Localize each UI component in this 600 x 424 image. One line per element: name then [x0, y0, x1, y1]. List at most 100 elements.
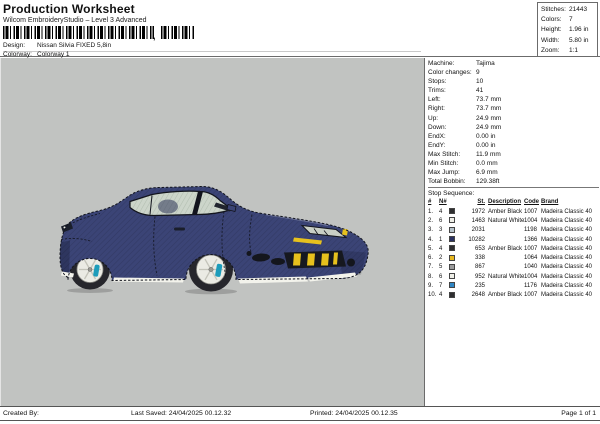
stop-sequence-row: 3. 3 2031 1198 Madeira Classic 40: [428, 226, 599, 235]
thread-code: 1040: [524, 264, 538, 271]
machine-label: Min Stitch:: [428, 160, 459, 168]
machine-label: Max Jump:: [428, 169, 460, 177]
machine-value: 73.7 mm: [476, 96, 502, 104]
barcode-separator: ,: [153, 31, 156, 41]
machine-info-row: Left: 73.7 mm: [428, 95, 599, 104]
stop-sequence-row: 2. 6 1463 Natural White 1004 Madeira Classic …: [428, 217, 599, 226]
machine-info-row: Max Jump: 6.9 mm: [428, 168, 599, 177]
thread-description: Natural White: [488, 217, 525, 224]
machine-value: 129.38ft: [476, 178, 500, 186]
thread-swatch-cell: [449, 273, 460, 282]
col-header-code: Code: [524, 199, 539, 206]
height-label: Height:: [541, 26, 562, 34]
col-header-brand: Brand: [541, 199, 559, 206]
needle-num: 3: [439, 227, 443, 234]
colors-value: 7: [569, 16, 573, 24]
footer: Created By: Last Saved: 24/04/2025 00.12…: [0, 406, 600, 421]
design-label: Design:: [3, 42, 26, 49]
machine-info-row: Min Stitch: 0.0 mm: [428, 159, 599, 168]
thread-code: 1176: [524, 282, 537, 289]
created-by-label: Created By:: [3, 410, 39, 417]
thread-color-swatch: [449, 245, 455, 252]
summary-row: Width: 5.80 in: [541, 36, 597, 46]
machine-label: Left:: [428, 96, 441, 104]
stop-sequence-row: 7. 5 867 1040 Madeira Classic 40: [428, 263, 599, 272]
width-label: Width:: [541, 36, 560, 44]
needle-num: 6: [439, 273, 443, 280]
thread-color-swatch: [449, 291, 455, 298]
machine-value: 0.0 mm: [476, 160, 498, 168]
col-header-description: Description: [488, 199, 522, 206]
thread-color-swatch: [449, 273, 455, 280]
stop-sequence-row: 4. 1 10282 1366 Madeira Classic 40: [428, 235, 599, 245]
stitches-value: 21443: [569, 6, 588, 13]
summary-row: Zoom: 1:1: [541, 46, 597, 56]
thread-swatch-cell: [449, 282, 460, 291]
machine-label: Stops:: [428, 78, 447, 86]
stop-sequence-row: 5. 4 653 Amber Black 1007 Madeira Classic 40: [428, 245, 599, 254]
thread-swatch-cell: [449, 245, 460, 254]
machine-info-row: Max Stitch: 11.9 mm: [428, 150, 599, 159]
stitch-count: 653: [474, 245, 485, 252]
summary-row: Height: 1.96 in: [541, 25, 597, 35]
stitch-count: 2648: [471, 292, 485, 299]
stitch-count: 1972: [471, 208, 485, 215]
machine-value: 24.9 mm: [476, 123, 502, 131]
stop-sequence-row: 10. 4 2648 Amber Black 1007 Madeira Classic 4…: [428, 291, 599, 300]
rear-bumper-shade: [60, 240, 70, 277]
machine-value: 6.9 mm: [476, 169, 498, 177]
machine-value: 11.9 mm: [476, 150, 501, 158]
barcode: [3, 26, 154, 39]
thread-swatch-cell: [449, 291, 460, 300]
stop-sequence-row: 1. 4 1972 Amber Black 1007 Madeira Classic 40: [428, 208, 599, 217]
last-saved-text: Last Saved: 24/04/2025 00.12.32: [131, 410, 232, 417]
thread-brand: Madeira Classic 40: [541, 264, 593, 271]
thread-brand: Madeira Classic 40: [541, 227, 593, 234]
needle-num: 4: [439, 208, 443, 215]
row-num: 2.: [428, 217, 434, 224]
thread-brand: Madeira Classic 40: [541, 255, 593, 262]
row-num: 7.: [428, 264, 434, 271]
machine-value: 9: [476, 69, 480, 77]
row-num: 3.: [428, 227, 434, 234]
printed-text: Printed: 24/04/2025 00.12.35: [310, 410, 398, 417]
machine-info-row: Stops: 10: [428, 77, 599, 86]
thread-brand: Madeira Classic 40: [541, 236, 593, 243]
thread-brand: Madeira Classic 40: [541, 282, 593, 289]
machine-label: Trims:: [428, 87, 446, 95]
design-value: Nissan Silvia FIXED 5,8in: [37, 42, 112, 49]
thread-code: 1007: [524, 208, 538, 215]
needle-num: 6: [439, 217, 443, 224]
machine-label: EndY:: [428, 141, 446, 149]
needle-num: 2: [439, 255, 443, 262]
machine-label: Max Stitch:: [428, 150, 461, 158]
thread-swatch-cell: [449, 226, 460, 235]
thread-description: Amber Black: [488, 245, 523, 252]
machine-value: 0.00 in: [476, 132, 496, 140]
thread-color-swatch: [449, 282, 455, 289]
col-header-stitches: St.: [477, 199, 485, 206]
bumper-intake: [271, 258, 285, 265]
thread-description: Amber Black: [488, 208, 523, 215]
thread-swatch-cell: [449, 235, 460, 245]
stop-sequence-row: 9. 7 235 1176 Madeira Classic 40: [428, 282, 599, 291]
machine-info-row: Trims: 41: [428, 86, 599, 95]
machine-info-row: Down: 24.9 mm: [428, 123, 599, 132]
machine-info-row: Right: 73.7 mm: [428, 104, 599, 113]
stop-sequence-section: Stop Sequence: # N# St. Description Code…: [428, 187, 599, 300]
thread-color-swatch: [449, 263, 455, 270]
machine-value: 10: [476, 78, 484, 86]
thread-color-swatch: [449, 254, 455, 261]
needle-num: 1: [439, 236, 443, 243]
row-num: 6.: [428, 255, 434, 262]
thread-color-swatch: [449, 217, 455, 224]
row-num: 4.: [428, 236, 434, 243]
grille-slat: [307, 253, 315, 266]
col-header-num: #: [428, 199, 432, 206]
summary-row: Stitches: 21443: [541, 5, 597, 15]
thread-code: 1198: [524, 227, 537, 234]
stitch-count: 338: [474, 255, 485, 262]
thread-code: 1007: [524, 245, 538, 252]
header: Production Worksheet Wilcom EmbroiderySt…: [0, 0, 600, 58]
production-worksheet-page: Production Worksheet Wilcom EmbroiderySt…: [0, 0, 600, 424]
